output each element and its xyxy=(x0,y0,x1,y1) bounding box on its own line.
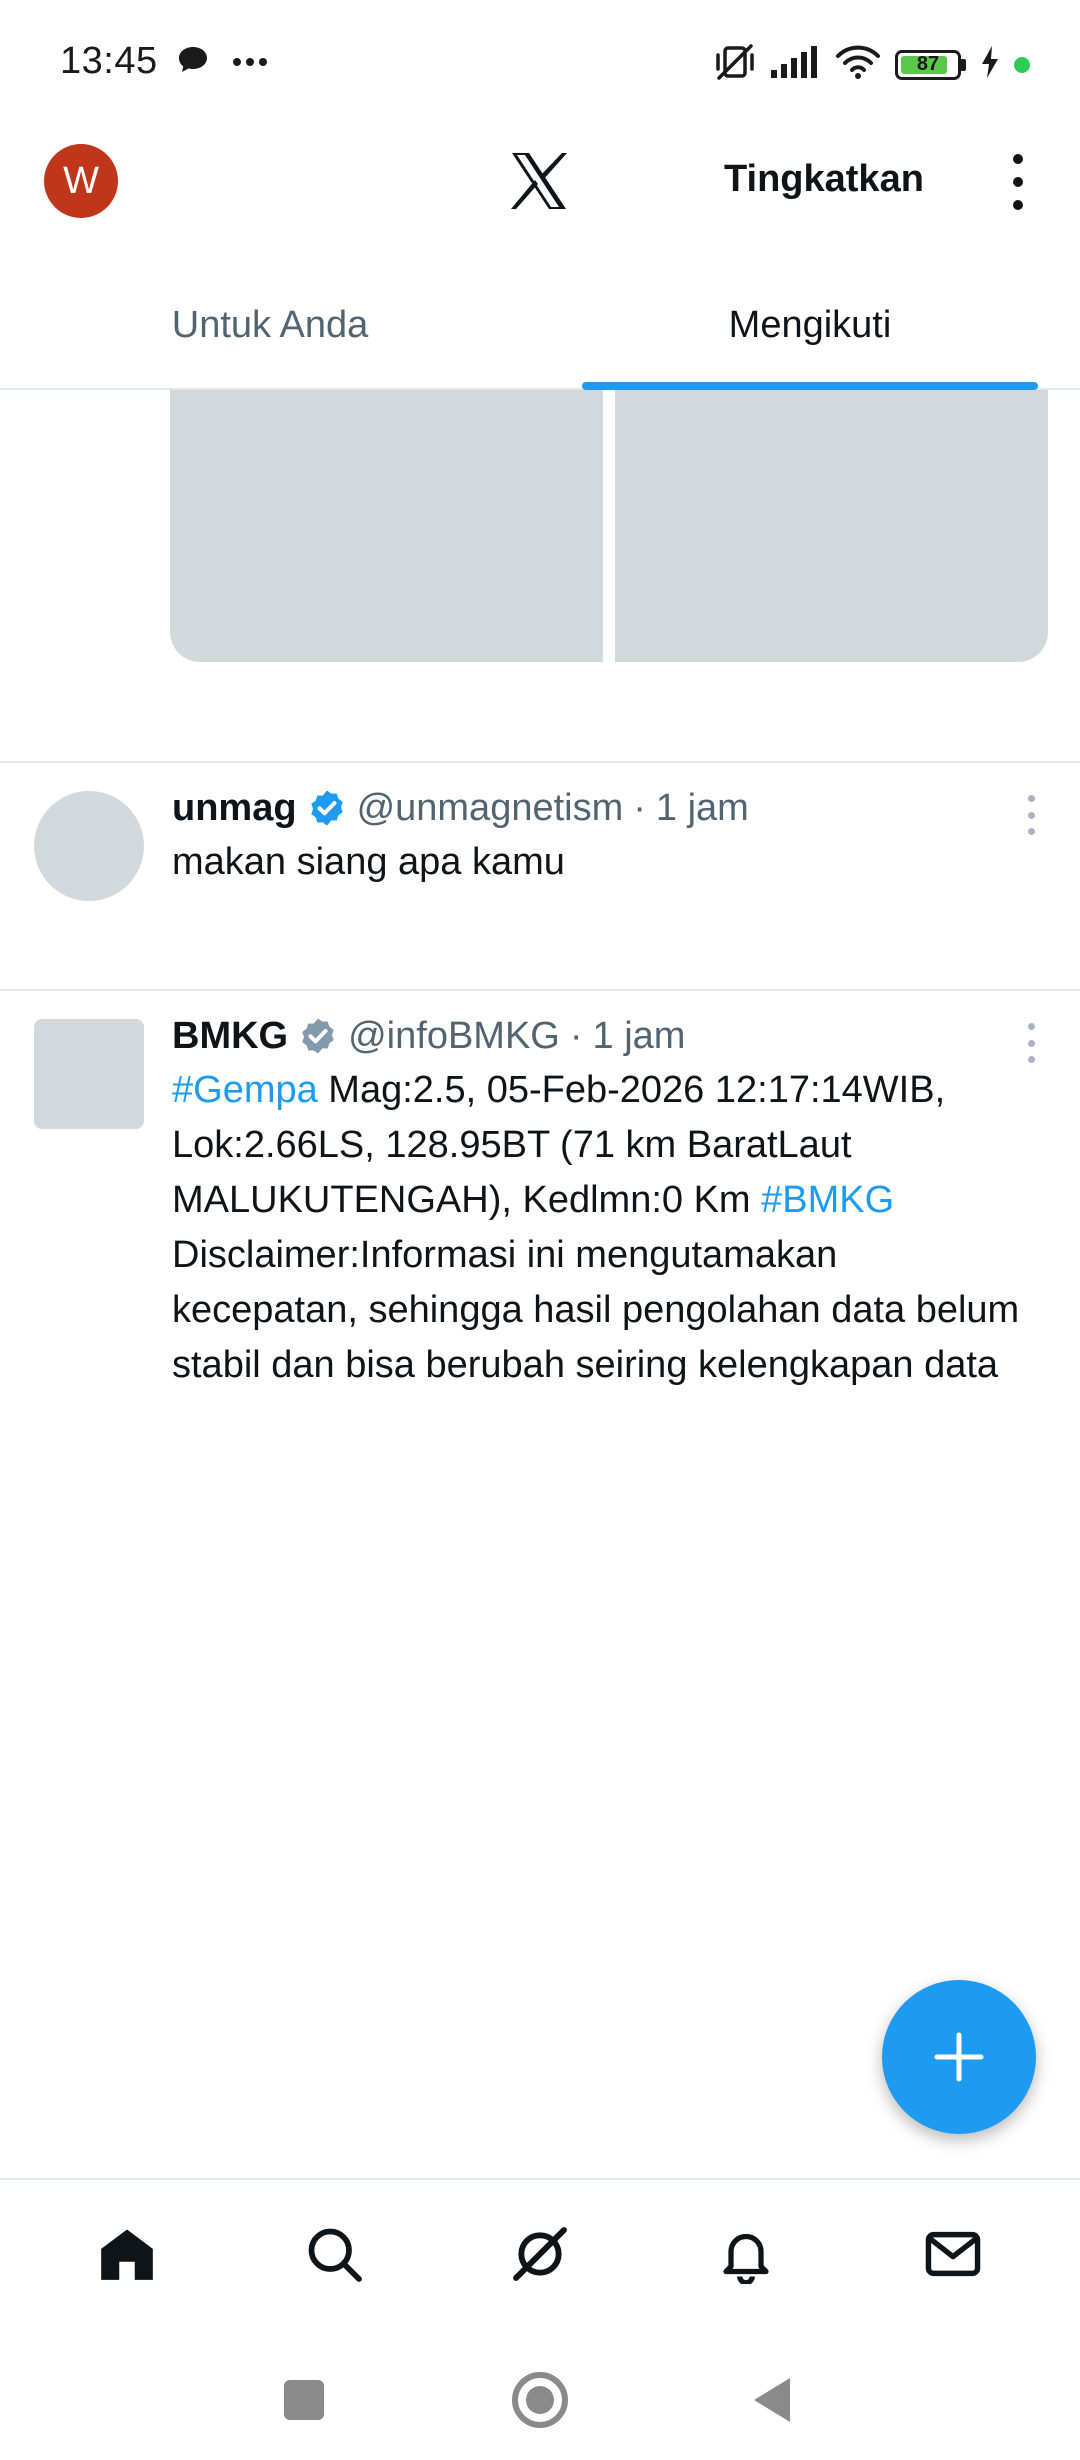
nav-grok[interactable] xyxy=(480,2194,600,2314)
mute-vibrate-icon xyxy=(713,42,757,87)
post-author-handle[interactable]: @unmagnetism xyxy=(357,783,624,833)
post-header: unmag @unmagnetism · 1 jam xyxy=(172,783,1020,833)
verified-badge-icon xyxy=(310,790,343,826)
system-navigation-bar xyxy=(0,2330,1080,2460)
tab-label: Untuk Anda xyxy=(171,303,369,346)
home-button[interactable] xyxy=(512,2372,568,2428)
media-image[interactable] xyxy=(170,390,603,662)
hashtag-link[interactable]: #Gempa xyxy=(172,1069,318,1111)
nav-messages[interactable] xyxy=(893,2194,1013,2314)
x-logo-icon[interactable] xyxy=(508,150,570,212)
battery-icon: 87 xyxy=(895,49,961,80)
back-icon xyxy=(754,2378,790,2422)
post-author-handle[interactable]: @infoBMKG xyxy=(348,1011,560,1061)
avatar[interactable] xyxy=(34,791,144,901)
previous-post-media xyxy=(170,390,1048,662)
compose-button[interactable] xyxy=(882,1980,1036,2134)
search-icon xyxy=(308,2228,362,2282)
post-separator: · xyxy=(569,1015,583,1057)
nav-notifications[interactable] xyxy=(686,2194,806,2314)
post-text: makan siang apa kamu xyxy=(172,841,565,883)
messages-icon xyxy=(925,2231,981,2277)
more-dots-icon xyxy=(232,54,268,72)
bottom-navigation xyxy=(0,2178,1080,2328)
post-body: BMKG @infoBMKG · 1 jam #Gempa Mag:2.5, 0… xyxy=(172,1011,1020,1393)
hashtag-link[interactable]: #BMKG xyxy=(761,1179,894,1221)
tab-label: Mengikuti xyxy=(728,303,892,346)
back-button[interactable] xyxy=(752,2376,792,2429)
grok-icon xyxy=(513,2227,567,2281)
post-more-icon[interactable] xyxy=(1024,1023,1038,1063)
post-more-icon[interactable] xyxy=(1024,795,1038,835)
status-left-icons xyxy=(176,44,268,81)
tab-following[interactable]: Mengikuti xyxy=(540,262,1080,390)
status-time: 13:45 xyxy=(60,40,158,82)
post-body: unmag @unmagnetism · 1 jam makan siang a… xyxy=(172,783,1020,890)
recents-button[interactable] xyxy=(284,2380,324,2420)
home-icon xyxy=(101,2229,154,2280)
active-tab-indicator xyxy=(582,382,1038,390)
avatar[interactable] xyxy=(34,1019,144,1129)
status-bar: 13:45 87 xyxy=(0,0,1080,128)
post-timestamp[interactable]: 1 jam xyxy=(593,1011,686,1061)
plus-icon xyxy=(934,2032,984,2082)
verified-badge-icon xyxy=(302,1018,334,1054)
battery-tip xyxy=(961,58,966,71)
privacy-indicator-dot xyxy=(1014,56,1030,73)
post-separator: · xyxy=(633,787,646,829)
status-right-icons: 87 xyxy=(713,42,1030,87)
top-app-bar: W Tingkatkan xyxy=(0,128,1080,238)
upgrade-button[interactable]: Tingkatkan xyxy=(724,158,924,201)
nav-search[interactable] xyxy=(274,2194,394,2314)
notifications-icon xyxy=(723,2233,769,2284)
nav-home[interactable] xyxy=(67,2194,187,2314)
media-image[interactable] xyxy=(615,390,1048,662)
battery-level: 87 xyxy=(916,53,940,75)
wifi-icon xyxy=(835,44,881,85)
signal-icon xyxy=(771,46,821,83)
profile-avatar[interactable]: W xyxy=(44,144,118,218)
tab-for-you[interactable]: Untuk Anda xyxy=(0,262,540,388)
chat-bubble-icon xyxy=(176,44,210,81)
charging-icon xyxy=(980,46,1000,83)
post-text-segment: Disclaimer:Informasi ini mengutamakan ke… xyxy=(172,1234,1020,1386)
post[interactable]: unmag @unmagnetism · 1 jam makan siang a… xyxy=(0,763,1080,989)
post-timestamp[interactable]: 1 jam xyxy=(656,783,749,833)
post-header: BMKG @infoBMKG · 1 jam xyxy=(172,1011,1020,1061)
post-text: #Gempa Mag:2.5, 05-Feb-2026 12:17:14WIB,… xyxy=(172,1063,1020,1393)
post[interactable]: BMKG @infoBMKG · 1 jam #Gempa Mag:2.5, 0… xyxy=(0,991,1080,1491)
post-author-name[interactable]: unmag xyxy=(172,783,297,833)
more-vertical-icon[interactable] xyxy=(1006,154,1030,210)
timeline-tabs: Untuk Anda Mengikuti xyxy=(0,262,1080,390)
post-author-name[interactable]: BMKG xyxy=(172,1011,288,1061)
